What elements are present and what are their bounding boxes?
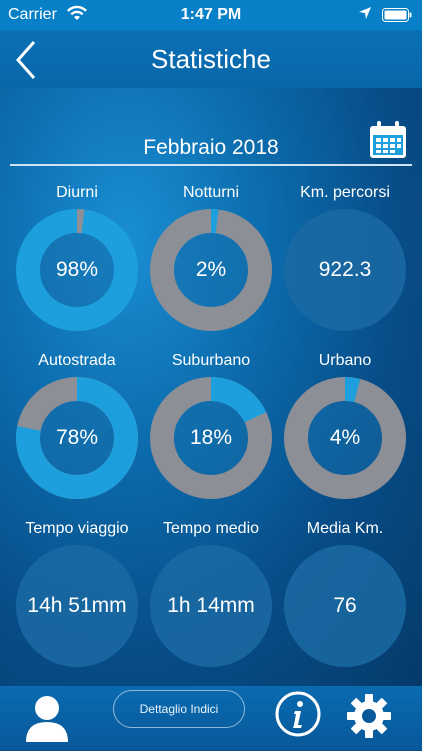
info-icon bbox=[275, 691, 321, 737]
stat-label: Km. percorsi bbox=[300, 184, 390, 201]
stat-tempo-medio: Tempo medio 1h 14mm bbox=[144, 520, 278, 670]
stat-label: Diurni bbox=[56, 184, 98, 201]
bottom-toolbar: Dettaglio Indici bbox=[0, 686, 422, 750]
stat-notturni: Notturni 2% bbox=[144, 184, 278, 334]
stat-value: 98% bbox=[55, 258, 99, 281]
stat-value: 14h 51mm bbox=[27, 594, 127, 617]
stat-label: Urbano bbox=[318, 352, 372, 369]
nav-bar: Statistiche bbox=[0, 30, 422, 88]
stats-content: Febbraio 2018 Diurni 98% Notturni 2% Km.… bbox=[0, 88, 422, 686]
stat-label: Tempo viaggio bbox=[25, 520, 129, 537]
settings-button[interactable] bbox=[345, 692, 393, 740]
detail-indices-button[interactable]: Dettaglio Indici bbox=[113, 690, 245, 728]
stat-value: 18% bbox=[189, 426, 233, 449]
info-button[interactable] bbox=[274, 690, 322, 738]
month-row: Febbraio 2018 bbox=[10, 118, 412, 162]
location-icon bbox=[358, 6, 372, 25]
gear-icon bbox=[347, 694, 391, 738]
stat-value: 4% bbox=[329, 426, 361, 449]
page-title: Statistiche bbox=[151, 44, 271, 74]
stat-label: Tempo medio bbox=[162, 520, 260, 537]
stat-tempo-viaggio: Tempo viaggio 14h 51mm bbox=[10, 520, 144, 670]
stat-value: 1h 14mm bbox=[167, 594, 255, 617]
stat-urbano: Urbano 4% bbox=[278, 352, 412, 502]
stat-label: Suburbano bbox=[171, 352, 251, 369]
stat-label: Media Km. bbox=[306, 520, 384, 537]
month-label: Febbraio 2018 bbox=[143, 136, 279, 159]
month-divider bbox=[10, 164, 412, 166]
battery-icon bbox=[382, 8, 412, 27]
stat-km-percorsi: Km. percorsi 922.3 bbox=[278, 184, 412, 334]
stat-value: 76 bbox=[333, 594, 357, 617]
stat-value: 2% bbox=[195, 258, 227, 281]
calendar-icon bbox=[370, 121, 406, 158]
stat-media-km: Media Km. 76 bbox=[278, 520, 412, 670]
stat-value: 922.3 bbox=[318, 258, 372, 281]
stat-diurni: Diurni 98% bbox=[10, 184, 144, 334]
stat-label: Notturni bbox=[182, 184, 240, 201]
stat-autostrada: Autostrada 78% bbox=[10, 352, 144, 502]
user-icon bbox=[26, 696, 68, 742]
stat-suburbano: Suburbano 18% bbox=[144, 352, 278, 502]
stat-label: Autostrada bbox=[38, 352, 116, 369]
status-bar: Carrier 1:47 PM bbox=[0, 0, 422, 30]
stat-value: 78% bbox=[55, 426, 99, 449]
profile-button[interactable] bbox=[22, 692, 72, 746]
calendar-button[interactable] bbox=[368, 120, 408, 160]
